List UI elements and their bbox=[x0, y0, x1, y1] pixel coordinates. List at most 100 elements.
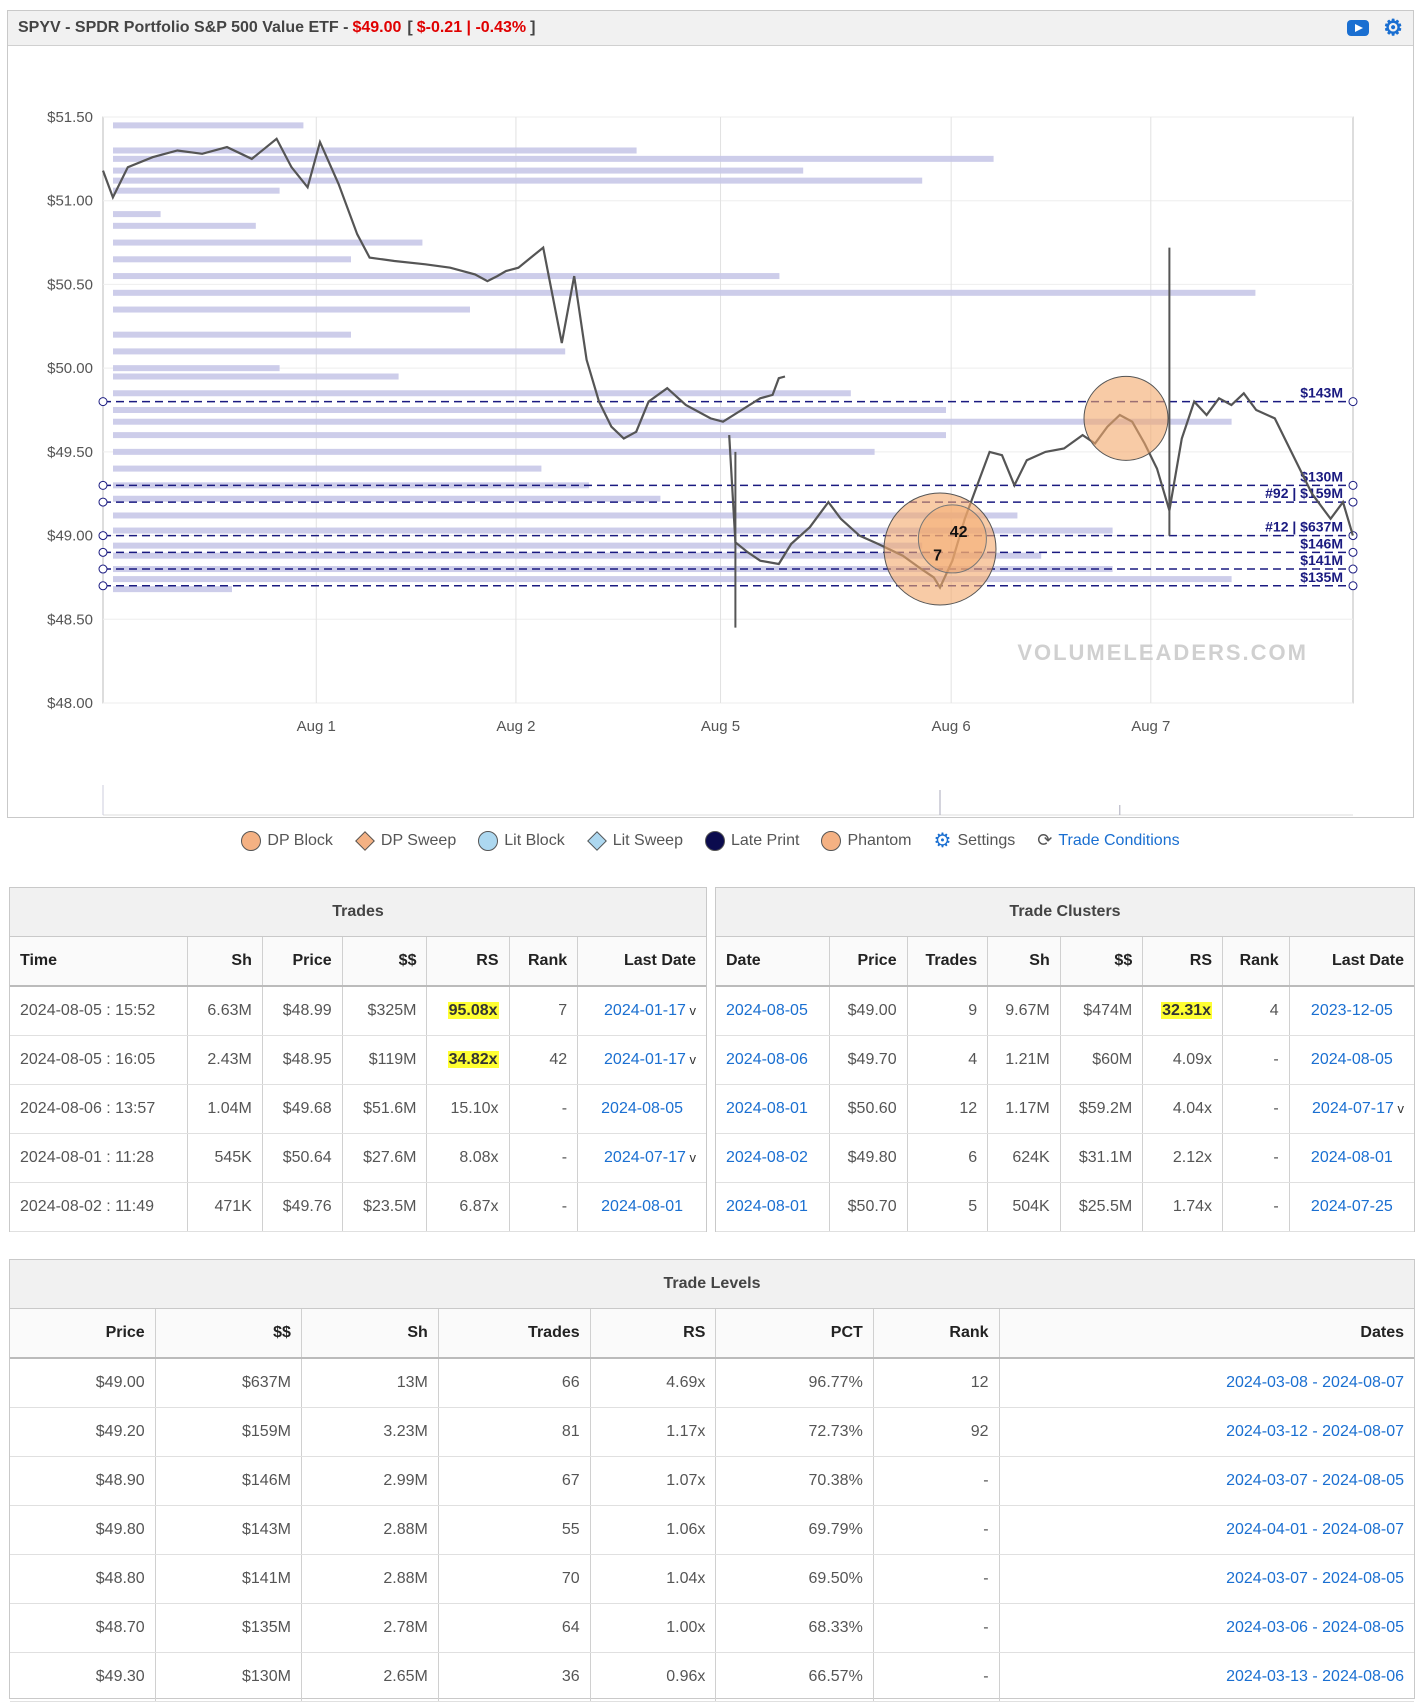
table-cell: 1.04M bbox=[187, 1084, 263, 1134]
last-date-link[interactable]: 2024-01-17 v bbox=[577, 986, 706, 1036]
legend-item-lit-block[interactable]: Lit Block bbox=[478, 830, 565, 851]
column-header[interactable]: Rank bbox=[873, 1309, 1000, 1359]
youtube-icon[interactable] bbox=[1347, 20, 1370, 36]
legend-item-trade-conditions[interactable]: ⟳ Trade Conditions bbox=[1037, 830, 1179, 851]
table-cell: $141M bbox=[155, 1554, 302, 1604]
column-header[interactable]: Dates bbox=[999, 1309, 1414, 1359]
table-cell: $48.90 bbox=[10, 1456, 156, 1506]
column-header[interactable]: Sh bbox=[301, 1309, 439, 1359]
column-header[interactable]: Date bbox=[716, 937, 831, 987]
column-header[interactable]: Rank bbox=[509, 937, 579, 987]
volume-profile-bar bbox=[113, 289, 1256, 296]
level-handle-left bbox=[98, 397, 108, 407]
column-header[interactable]: RS bbox=[426, 937, 510, 987]
column-header[interactable]: RS bbox=[1142, 937, 1224, 987]
column-header[interactable]: Last Date bbox=[1289, 937, 1414, 987]
dates-link[interactable]: 2024-03-06 - 2024-08-05 bbox=[999, 1603, 1414, 1653]
legend-item-dp-block[interactable]: DP Block bbox=[241, 830, 333, 851]
dates-link[interactable]: 2024-03-08 - 2024-08-07 bbox=[999, 1358, 1414, 1408]
chart-panel: SPYV - SPDR Portfolio S&P 500 Value ETF … bbox=[7, 10, 1414, 818]
volume-profile-bar bbox=[113, 418, 1232, 425]
table-row: $49.00 $637M 13M 66 4.69x 96.77% 12 2024-03-08 … bbox=[10, 1358, 1414, 1408]
last-date-link[interactable]: 2024-07-17 v bbox=[577, 1133, 706, 1183]
last-date-link[interactable]: 2024-08-01 bbox=[1289, 1133, 1414, 1183]
date-link[interactable]: 2024-08-01 bbox=[716, 1182, 831, 1232]
date-link[interactable]: 2024-08-05 bbox=[716, 986, 831, 1036]
table-cell: $48.95 bbox=[262, 1035, 343, 1085]
column-header[interactable]: Price bbox=[10, 1309, 156, 1359]
legend-item-dp-sweep[interactable]: DP Sweep bbox=[355, 830, 457, 851]
column-header[interactable]: $$ bbox=[155, 1309, 302, 1359]
column-header[interactable]: Trades bbox=[907, 937, 989, 987]
price-chart: $143M$130M#92 | $159M#12 | $637M$146M$14… bbox=[47, 109, 1358, 816]
dates-link[interactable]: 2024-03-12 - 2024-08-07 bbox=[999, 1407, 1414, 1457]
legend-item-late-print[interactable]: Late Print bbox=[704, 830, 799, 851]
gear-icon[interactable]: ⚙ bbox=[1383, 17, 1403, 39]
levels-table: Price $$ Sh Trades RS PCT Rank Dates $49.00 $637… bbox=[10, 1309, 1414, 1702]
level-label: $135M bbox=[1300, 569, 1343, 585]
last-date-link[interactable]: 2024-08-05 bbox=[577, 1084, 706, 1134]
legend-item-lit-sweep[interactable]: Lit Sweep bbox=[586, 830, 683, 851]
column-header[interactable]: Price bbox=[262, 937, 343, 987]
legend-item-phantom[interactable]: Phantom bbox=[821, 830, 912, 851]
table-row: 2024-08-02 : 11:49 471K $49.76 $23.5M 6.87x -… bbox=[10, 1182, 706, 1232]
volume-profile-bar bbox=[113, 407, 946, 413]
table-cell: - bbox=[1222, 1133, 1290, 1183]
table-cell: 1.06x bbox=[590, 1505, 717, 1555]
column-header[interactable]: Trades bbox=[438, 1309, 591, 1359]
column-header[interactable]: RS bbox=[590, 1309, 717, 1359]
table-cell: 2024-08-01 : 11:28 bbox=[10, 1133, 189, 1183]
table-cell: 2024-08-05 : 15:52 bbox=[10, 986, 189, 1036]
last-date-link[interactable]: 2024-01-17 v bbox=[577, 1035, 706, 1085]
dp-block-marker bbox=[1083, 375, 1169, 461]
chart-legend: DP Block DP Sweep Lit Block Lit Sweep Late P… bbox=[0, 828, 1421, 853]
volume-profile-bar bbox=[113, 576, 1232, 583]
last-date-link[interactable]: 2024-07-17 v bbox=[1289, 1084, 1414, 1134]
y-tick-label: $50.50 bbox=[47, 276, 93, 293]
legend-label: DP Sweep bbox=[380, 831, 457, 849]
dates-link[interactable]: 2024-03-07 - 2024-08-05 bbox=[999, 1554, 1414, 1604]
price-display: $49.00 bbox=[352, 19, 402, 36]
column-header[interactable]: Sh bbox=[187, 937, 263, 987]
last-date-link[interactable]: 2024-08-05 bbox=[1289, 1035, 1414, 1085]
volume-profile-bar bbox=[113, 365, 280, 372]
dates-link[interactable]: 2024-04-01 - 2024-08-07 bbox=[999, 1505, 1414, 1555]
column-header[interactable]: PCT bbox=[715, 1309, 874, 1359]
column-header[interactable]: $$ bbox=[342, 937, 428, 987]
column-header[interactable]: Rank bbox=[1222, 937, 1290, 987]
level-label: $141M bbox=[1300, 552, 1343, 568]
level-label: #12 | $637M bbox=[1265, 519, 1343, 535]
table-cell: - bbox=[873, 1554, 1000, 1604]
table-cell: $27.6M bbox=[342, 1133, 428, 1183]
column-header[interactable]: Sh bbox=[987, 937, 1061, 987]
table-cell: - bbox=[873, 1505, 1000, 1555]
refresh-icon: ⟳ bbox=[1037, 830, 1053, 850]
volume-profile-bar bbox=[113, 211, 161, 218]
table-cell: 2.99M bbox=[301, 1456, 439, 1506]
dates-link[interactable]: 2024-03-13 - 2024-08-06 bbox=[999, 1652, 1414, 1702]
table-row: 2024-08-06 $49.70 4 1.21M $60M 4.09x -2024-08-… bbox=[716, 1035, 1414, 1085]
table-cell: 2.43M bbox=[187, 1035, 263, 1085]
column-header[interactable]: Last Date bbox=[577, 937, 706, 987]
level-handle-left bbox=[98, 564, 108, 574]
column-header[interactable]: $$ bbox=[1060, 937, 1144, 987]
legend-item-settings[interactable]: ⚙ Settings bbox=[934, 828, 1016, 853]
table-cell: - bbox=[509, 1133, 579, 1183]
table-cell: - bbox=[509, 1182, 579, 1232]
table-cell: 6.87x bbox=[426, 1182, 510, 1232]
dates-link[interactable]: 2024-03-07 - 2024-08-05 bbox=[999, 1456, 1414, 1506]
table-cell: 3.23M bbox=[301, 1407, 439, 1457]
column-header[interactable]: Price bbox=[829, 937, 908, 987]
last-date-link[interactable]: 2024-07-25 bbox=[1289, 1182, 1414, 1232]
date-link[interactable]: 2024-08-06 bbox=[716, 1035, 831, 1085]
table-row: 2024-08-01 : 11:28 545K $50.64 $27.6M 8.08x -… bbox=[10, 1133, 706, 1183]
last-date-link[interactable]: 2024-08-01 bbox=[577, 1182, 706, 1232]
x-tick-label: Aug 2 bbox=[496, 718, 535, 735]
table-cell: 92 bbox=[873, 1407, 1000, 1457]
column-header[interactable]: Time bbox=[10, 937, 189, 987]
date-link[interactable]: 2024-08-01 bbox=[716, 1084, 831, 1134]
volume-profile-bar bbox=[113, 222, 256, 229]
date-link[interactable]: 2024-08-02 bbox=[716, 1133, 831, 1183]
level-handle-right bbox=[1348, 564, 1358, 574]
last-date-link[interactable]: 2023-12-05 bbox=[1289, 986, 1414, 1036]
